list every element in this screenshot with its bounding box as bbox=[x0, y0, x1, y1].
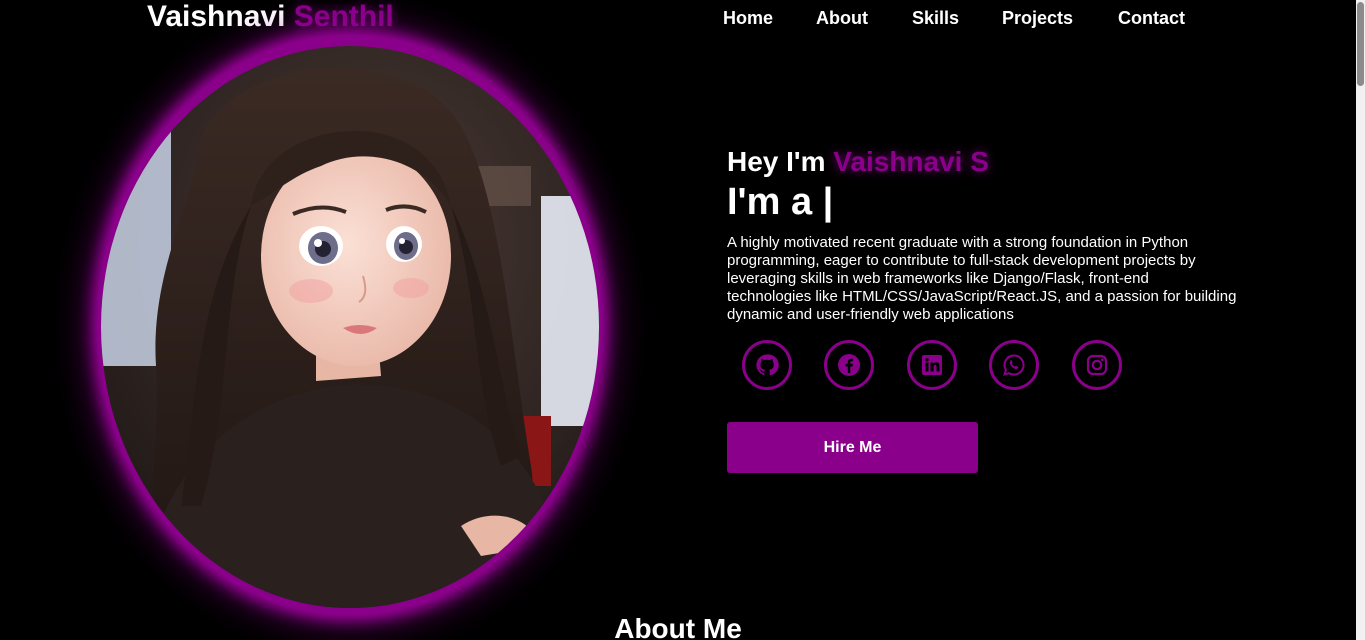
logo-first-name: Vaishnavi bbox=[147, 0, 286, 33]
typing-text: I'm a | bbox=[727, 181, 834, 223]
profile-image bbox=[101, 46, 599, 608]
logo-last-name: Senthil bbox=[293, 0, 394, 33]
about-heading: About Me bbox=[614, 613, 742, 640]
nav-projects[interactable]: Projects bbox=[1002, 6, 1073, 30]
github-icon bbox=[756, 354, 779, 376]
instagram-link[interactable] bbox=[1072, 340, 1122, 390]
scrollbar-thumb[interactable] bbox=[1357, 2, 1364, 86]
linkedin-link[interactable] bbox=[907, 340, 957, 390]
instagram-icon bbox=[1086, 354, 1108, 376]
scrollbar[interactable] bbox=[1356, 0, 1365, 640]
nav-skills[interactable]: Skills bbox=[912, 6, 959, 30]
nav-contact[interactable]: Contact bbox=[1118, 6, 1185, 30]
profile-image-frame bbox=[99, 36, 601, 614]
whatsapp-link[interactable] bbox=[989, 340, 1039, 390]
portfolio-page: Vaishnavi Senthil Home About Skills Proj… bbox=[0, 0, 1365, 640]
bio-paragraph: A highly motivated recent graduate with … bbox=[727, 234, 1237, 323]
hero-greeting: Hey I'm Vaishnavi S bbox=[727, 145, 989, 179]
whatsapp-icon bbox=[1003, 354, 1025, 376]
nav-about[interactable]: About bbox=[816, 6, 868, 30]
site-logo[interactable]: Vaishnavi Senthil bbox=[147, 0, 394, 34]
hero-name: Vaishnavi S bbox=[833, 146, 989, 177]
github-link[interactable] bbox=[742, 340, 792, 390]
nav-home[interactable]: Home bbox=[723, 6, 773, 30]
linkedin-icon bbox=[922, 355, 942, 375]
facebook-icon bbox=[838, 354, 860, 376]
greeting-text: Hey I'm bbox=[727, 146, 826, 177]
facebook-link[interactable] bbox=[824, 340, 874, 390]
hire-me-button[interactable]: Hire Me bbox=[727, 422, 978, 473]
